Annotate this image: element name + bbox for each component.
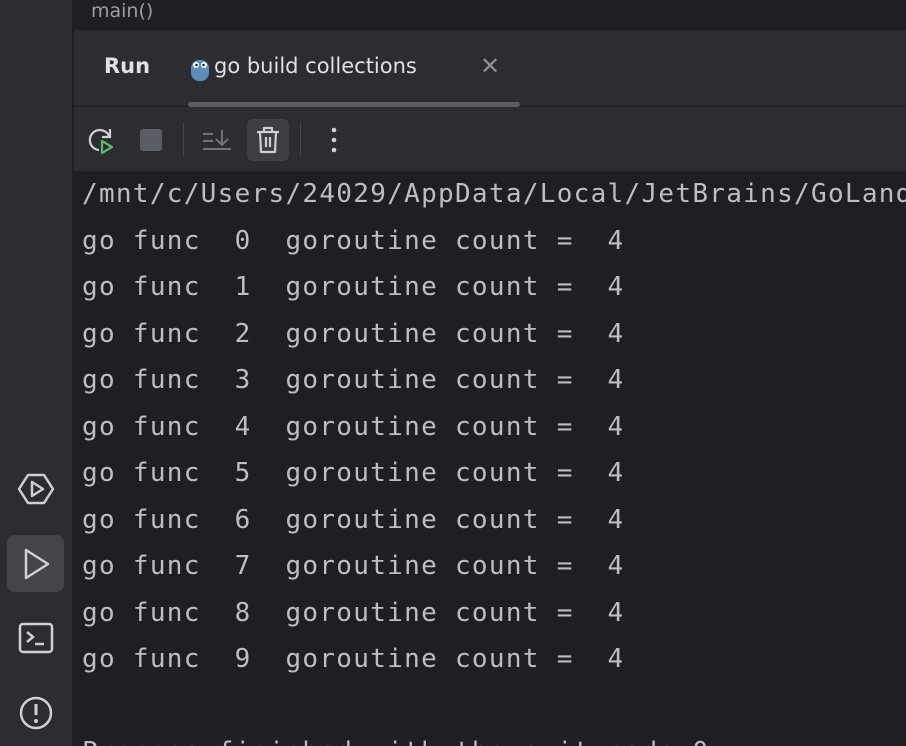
- rerun-icon: [88, 128, 114, 155]
- clear-all-button[interactable]: [247, 119, 289, 161]
- run-tool-button[interactable]: [7, 535, 64, 592]
- console-line: go func 7 goroutine count = 4: [82, 551, 625, 581]
- console-line: go func 1 goroutine count = 4: [82, 272, 625, 302]
- stop-icon: [140, 129, 162, 151]
- tool-window-sidebar: [0, 0, 73, 746]
- toolbar-separator: [300, 122, 301, 156]
- more-options-button[interactable]: [313, 119, 355, 161]
- trash-icon: [257, 126, 279, 154]
- run-icon: [24, 548, 49, 579]
- console-line: go func 0 goroutine count = 4: [82, 225, 625, 256]
- terminal-icon: [18, 622, 53, 653]
- console-line: go func 9 goroutine count = 4: [82, 644, 625, 674]
- console-line: Process finished with the exit code 0: [82, 737, 709, 746]
- console-line: go func 4 goroutine count = 4: [82, 411, 625, 442]
- gopher-icon: [191, 60, 209, 81]
- console-line: go func 8 goroutine count = 4: [82, 597, 625, 628]
- console-line: go func 6 goroutine count = 4: [82, 504, 625, 535]
- run-toolbar: [74, 107, 906, 171]
- problems-button[interactable]: [7, 684, 64, 741]
- console-line: go func 3 goroutine count = 4: [82, 365, 625, 395]
- command-line: /mnt/c/Users/24029/AppData/Local/JetBrai…: [82, 179, 906, 209]
- problems-icon: [19, 696, 52, 729]
- toolbar-separator: [183, 122, 184, 156]
- console-output[interactable]: /mnt/c/Users/24029/AppData/Local/JetBrai…: [74, 171, 906, 746]
- scroll-to-end-button[interactable]: [196, 119, 238, 161]
- terminal-button[interactable]: [7, 609, 64, 666]
- scroll-to-end-icon: [203, 130, 231, 150]
- breadcrumb[interactable]: main(): [74, 0, 906, 30]
- more-vertical-icon: [331, 127, 337, 153]
- console-line: go func 5 goroutine count = 4: [82, 458, 625, 488]
- services-icon: [17, 473, 54, 504]
- stop-button[interactable]: [130, 119, 172, 161]
- services-button[interactable]: [7, 460, 64, 517]
- close-tab-icon[interactable]: ✕: [480, 52, 500, 80]
- tab-go-build-collections[interactable]: go build collections ✕: [188, 30, 520, 107]
- tool-window-title: Run: [104, 54, 151, 78]
- tab-title: go build collections: [214, 54, 417, 78]
- console-line: go func 2 goroutine count = 4: [82, 318, 625, 349]
- run-tool-window-header: Run go build collections ✕: [74, 30, 906, 107]
- rerun-button[interactable]: [80, 119, 122, 161]
